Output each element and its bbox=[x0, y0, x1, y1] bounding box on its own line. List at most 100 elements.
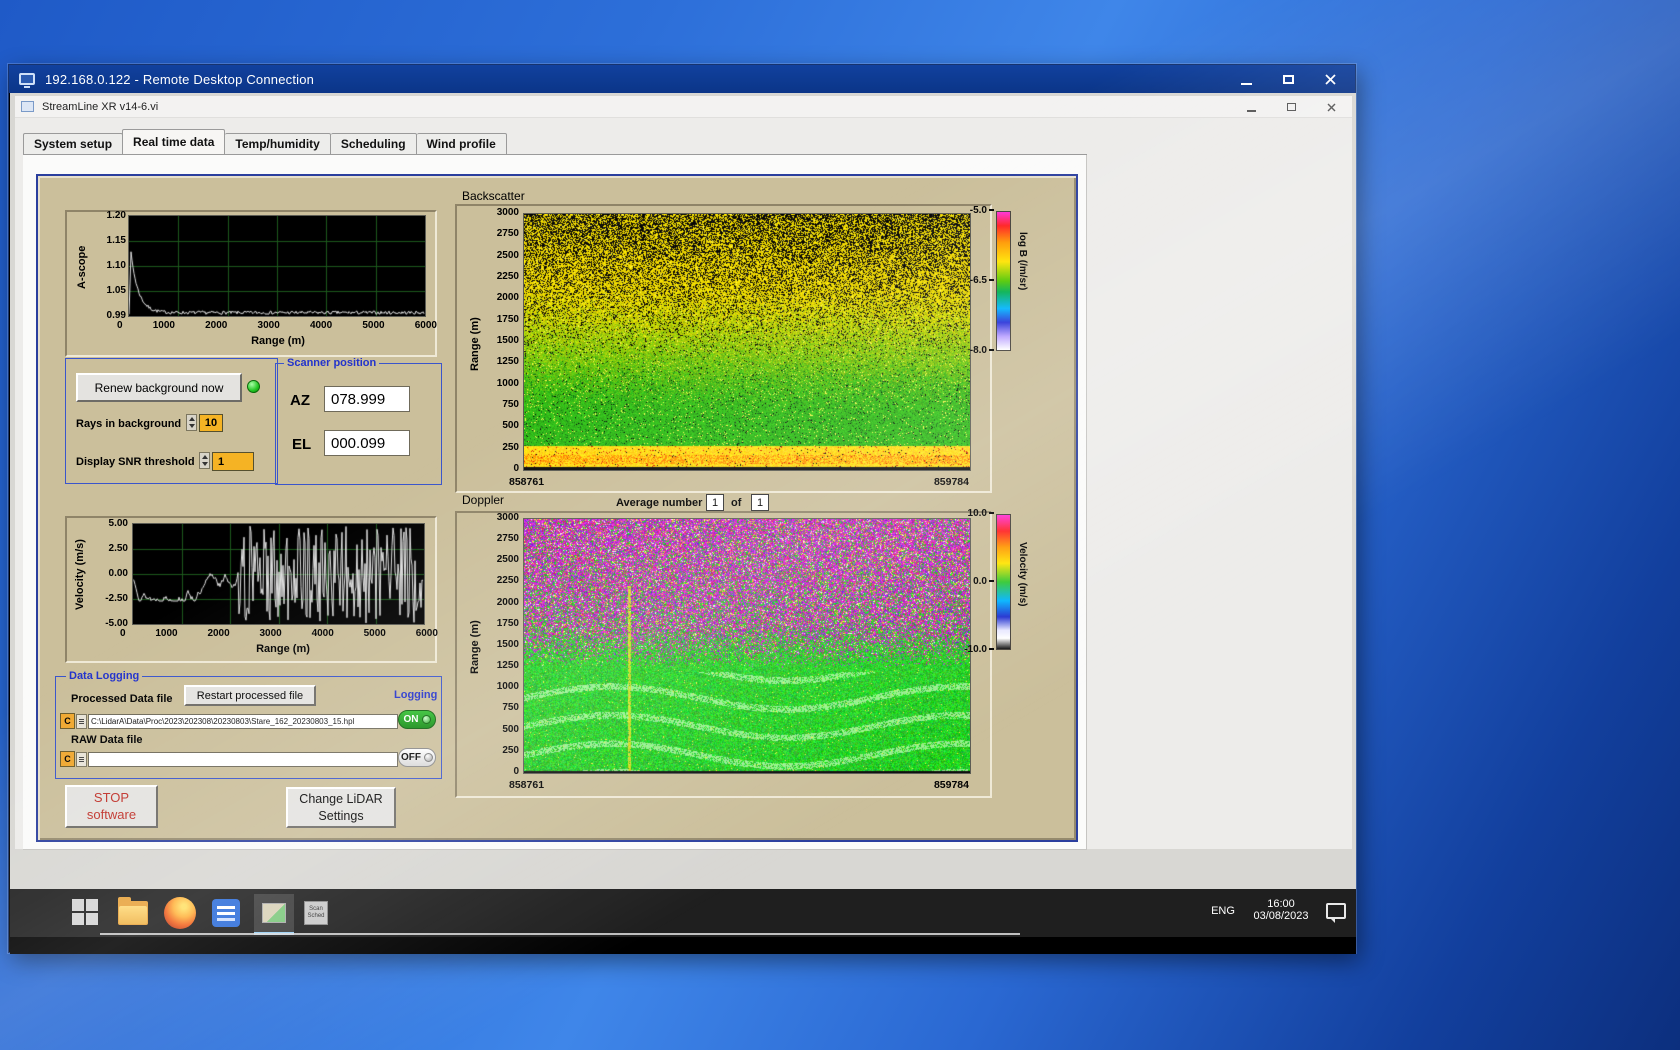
language-indicator[interactable]: ENG bbox=[1206, 905, 1240, 917]
tick-label: 0.0 bbox=[973, 577, 994, 587]
tick-label: 2500 bbox=[496, 554, 519, 566]
tick-label: 3000 bbox=[496, 207, 519, 218]
restart-processed-file-button[interactable]: Restart processed file bbox=[184, 685, 316, 706]
processed-data-file-label: Processed Data file bbox=[71, 693, 173, 705]
tick-label: 2000 bbox=[496, 596, 519, 608]
rays-spinner[interactable] bbox=[186, 414, 197, 431]
close-icon bbox=[1324, 73, 1336, 85]
az-value-field[interactable]: 078.999 bbox=[324, 386, 410, 412]
processed-browse-button[interactable] bbox=[76, 714, 87, 729]
average-number-label: Average number bbox=[616, 497, 703, 509]
remote-screen: StreamLine XR v14-6.vi System setup Real… bbox=[10, 93, 1356, 954]
velocity-x-ticks: 0 1000 2000 3000 4000 5000 6000 bbox=[120, 628, 438, 639]
tick-label: 250 bbox=[502, 441, 519, 453]
app-minimize-button[interactable] bbox=[1238, 99, 1264, 115]
rdp-window-title: 192.168.0.122 - Remote Desktop Connectio… bbox=[45, 71, 315, 87]
app-close-button[interactable] bbox=[1318, 99, 1344, 115]
start-button[interactable] bbox=[72, 899, 98, 925]
tick-label: 4000 bbox=[311, 628, 334, 639]
backscatter-y-axis-label: Range (m) bbox=[469, 317, 481, 371]
tick-label: 750 bbox=[502, 702, 519, 714]
average-number-value[interactable]: 1 bbox=[706, 494, 724, 511]
tick-label: 6000 bbox=[415, 628, 438, 639]
tick-label: 1.15 bbox=[106, 235, 126, 246]
backscatter-x-start: 858761 bbox=[509, 476, 545, 488]
doppler-heatmap bbox=[523, 518, 971, 774]
tick-label: 2250 bbox=[496, 575, 519, 587]
file-explorer-button[interactable] bbox=[118, 897, 148, 925]
maximize-icon bbox=[1282, 74, 1294, 84]
snr-spinner[interactable] bbox=[199, 452, 210, 469]
rdp-close-button[interactable] bbox=[1317, 70, 1343, 88]
scan-scheduler-button[interactable]: Scan Sched bbox=[304, 901, 328, 925]
raw-browse-button[interactable] bbox=[76, 752, 87, 767]
velocity-y-axis-label: Velocity (m/s) bbox=[74, 539, 86, 611]
processed-path-field[interactable]: C:\LidarA\Data\Proc\2023\202308\20230803… bbox=[88, 714, 398, 729]
tick-label: 6000 bbox=[414, 320, 437, 331]
remote-bottom-strip bbox=[10, 937, 1356, 954]
backscatter-colorbar bbox=[996, 211, 1011, 351]
tick-label: 1500 bbox=[496, 638, 519, 650]
renew-background-button[interactable]: Renew background now bbox=[76, 373, 242, 402]
velocity-y-ticks: 5.00 2.50 0.00 -2.50 -5.00 bbox=[88, 519, 128, 629]
scanner-position-title: Scanner position bbox=[284, 357, 380, 369]
app-restore-button[interactable] bbox=[1278, 99, 1304, 115]
app-window: StreamLine XR v14-6.vi System setup Real… bbox=[15, 96, 1352, 850]
raw-drive-box[interactable]: C bbox=[60, 751, 75, 767]
tick-label: 3000 bbox=[496, 512, 519, 523]
on-label: ON bbox=[403, 714, 419, 725]
on-led bbox=[421, 715, 431, 724]
tab-real-time-data[interactable]: Real time data bbox=[122, 129, 226, 155]
change-lidar-settings-button[interactable]: Change LiDAR Settings bbox=[286, 787, 396, 828]
app-titlebar[interactable]: StreamLine XR v14-6.vi bbox=[15, 96, 1352, 118]
backscatter-title: Backscatter bbox=[462, 189, 525, 203]
ascope-y-axis-label: A-scope bbox=[76, 245, 88, 289]
tick-label: 2000 bbox=[496, 292, 519, 304]
ascope-plot bbox=[128, 215, 426, 317]
rdp-maximize-button[interactable] bbox=[1275, 70, 1301, 88]
doppler-y-axis-label: Range (m) bbox=[469, 620, 481, 674]
clock[interactable]: 16:00 03/08/2023 bbox=[1244, 898, 1318, 922]
logging-on-toggle[interactable]: ON bbox=[398, 710, 436, 729]
rdp-titlebar[interactable]: 192.168.0.122 - Remote Desktop Connectio… bbox=[9, 65, 1355, 93]
rdp-minimize-button[interactable] bbox=[1233, 70, 1259, 88]
tab-wind-profile[interactable]: Wind profile bbox=[416, 133, 507, 155]
logging-off-toggle[interactable]: OFF bbox=[398, 748, 436, 767]
velocity-plot bbox=[132, 523, 425, 625]
tick-label: 500 bbox=[502, 723, 519, 735]
tick-label: 750 bbox=[502, 398, 519, 410]
tab-scheduling[interactable]: Scheduling bbox=[330, 133, 417, 155]
tick-label: 1250 bbox=[496, 356, 519, 368]
snr-value-field[interactable]: 1 bbox=[212, 452, 254, 471]
tick-label: -10.0 bbox=[964, 645, 994, 655]
background-controls-box: Renew background now Rays in background … bbox=[65, 358, 278, 484]
tick-label: -2.50 bbox=[105, 593, 128, 604]
blue-app-button[interactable] bbox=[212, 899, 240, 927]
tick-label: 1750 bbox=[496, 617, 519, 629]
stop-label-line2: software bbox=[86, 806, 137, 822]
doppler-frame: Range (m) 3000 2750 2500 2250 2000 1750 1500 12… bbox=[455, 511, 992, 798]
processed-drive-box[interactable]: C bbox=[60, 713, 75, 729]
raw-path-field[interactable] bbox=[88, 752, 398, 767]
tick-label: 0 bbox=[513, 462, 519, 474]
az-label: AZ bbox=[290, 392, 310, 409]
raw-data-file-label: RAW Data file bbox=[71, 734, 143, 746]
el-value-field[interactable]: 000.099 bbox=[324, 430, 410, 456]
stop-software-button[interactable]: STOP software bbox=[65, 785, 158, 828]
average-total-value[interactable]: 1 bbox=[751, 494, 769, 511]
tab-system-setup[interactable]: System setup bbox=[23, 133, 124, 155]
backscatter-heatmap bbox=[523, 213, 971, 471]
backscatter-colorbar-label: log B (/m/sr) bbox=[1017, 232, 1028, 291]
tick-label: 1500 bbox=[496, 334, 519, 346]
taskbar: Scan Sched ENG 16:00 03/08/2023 bbox=[10, 889, 1356, 937]
taskbar-divider-line bbox=[100, 933, 1020, 935]
doppler-y-ticks: 3000 2750 2500 2250 2000 1750 1500 1250 1000 750 5… bbox=[483, 513, 519, 777]
notification-center-icon[interactable] bbox=[1326, 903, 1346, 923]
tab-temp-humidity[interactable]: Temp/humidity bbox=[225, 133, 331, 155]
doppler-colorbar bbox=[996, 514, 1011, 650]
rays-value-field[interactable]: 10 bbox=[199, 414, 223, 432]
scanner-position-box: Scanner position AZ 078.999 EL 000.099 bbox=[275, 357, 442, 485]
active-window-button[interactable] bbox=[254, 894, 294, 932]
firefox-button[interactable] bbox=[164, 897, 196, 929]
tick-label: 3000 bbox=[259, 628, 282, 639]
